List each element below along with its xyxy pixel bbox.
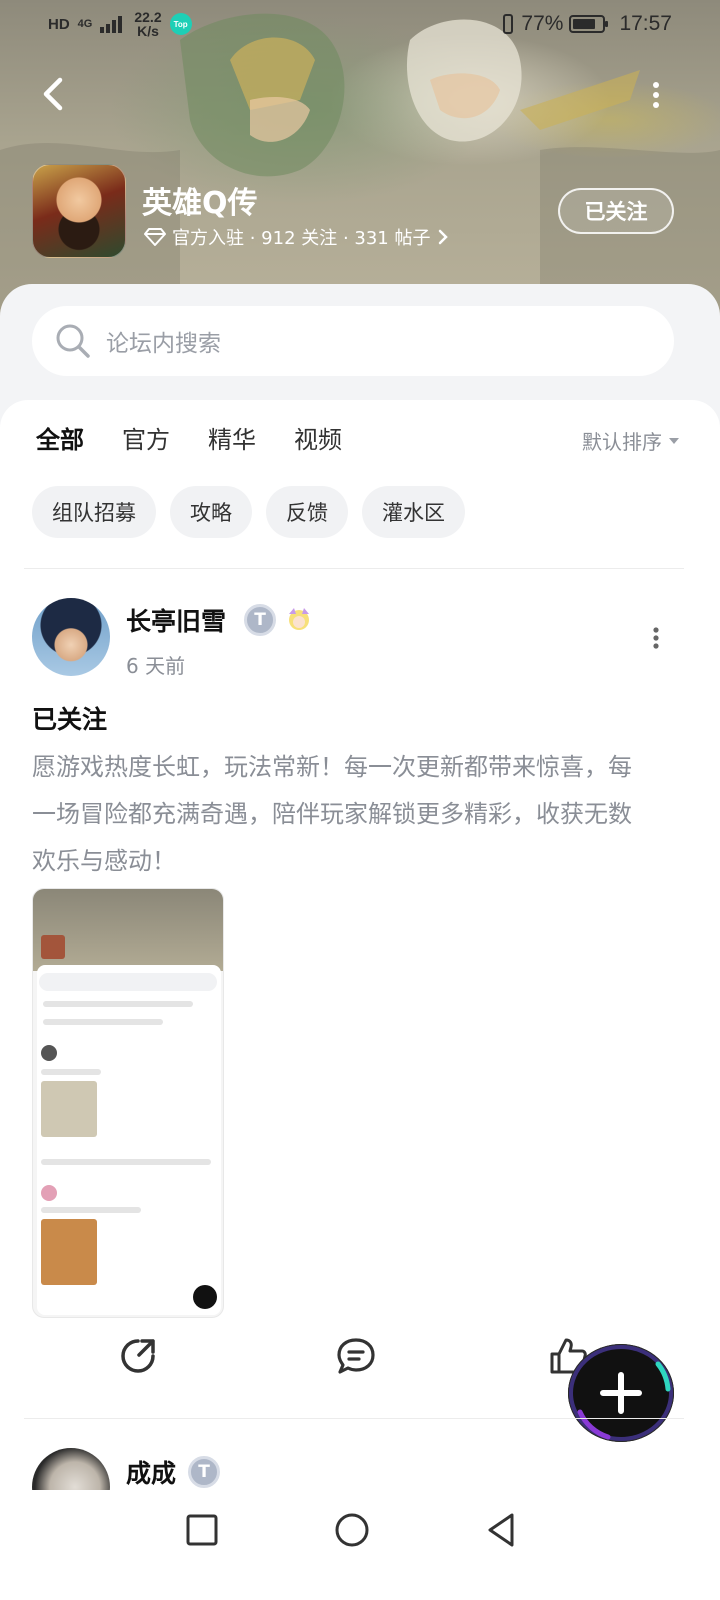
avatar-frame-badge-icon <box>289 608 309 630</box>
status-bar: HD 4G 22.2 K/s Top 77% 17:57 <box>0 0 720 48</box>
forum-meta-text: 官方入驻 · 912 关注 · 331 帖子 <box>172 228 431 249</box>
user-level-badge: T <box>244 604 276 636</box>
signal-icon <box>100 16 123 33</box>
battery-icon <box>569 15 609 33</box>
post-body[interactable]: 愿游戏热度长虹，玩法常新！每一次更新都带来惊喜，每一场冒险都充满奇遇，陪伴玩家解… <box>32 744 652 885</box>
banner-artwork <box>0 13 720 320</box>
forum-avatar <box>32 164 126 258</box>
user-level-badge: T <box>188 1456 220 1488</box>
post2-author-name[interactable]: 成成 <box>126 1454 176 1490</box>
tab-all[interactable]: 全部 <box>36 420 84 457</box>
tab-featured[interactable]: 精华 <box>208 420 256 455</box>
post-author-avatar[interactable] <box>32 598 110 676</box>
network-type-label: HD <box>48 15 70 33</box>
divider <box>24 1418 684 1419</box>
chip-feedback[interactable]: 反馈 <box>266 486 348 538</box>
back-arrow-icon[interactable] <box>34 74 74 114</box>
tab-bar: 全部 官方 精华 视频 <box>36 420 342 457</box>
forum-meta[interactable]: 官方入驻 · 912 关注 · 331 帖子 <box>144 224 449 250</box>
search-icon <box>56 324 90 358</box>
tab-official[interactable]: 官方 <box>122 420 170 455</box>
home-icon[interactable] <box>332 1510 372 1550</box>
post-image-thumbnail[interactable] <box>32 888 224 1318</box>
chip-chat[interactable]: 灌水区 <box>362 486 465 538</box>
sort-dropdown[interactable]: 默认排序 <box>582 426 680 455</box>
create-post-fab[interactable] <box>568 1344 674 1442</box>
network-speed: 22.2 K/s <box>134 9 162 39</box>
chip-team-recruit[interactable]: 组队招募 <box>32 486 156 538</box>
plus-icon <box>600 1372 642 1414</box>
chip-guide[interactable]: 攻略 <box>170 486 252 538</box>
diamond-icon <box>144 228 166 246</box>
back-nav-icon[interactable] <box>482 1510 522 1550</box>
comment-icon[interactable] <box>336 1336 376 1376</box>
search-placeholder: 论坛内搜索 <box>106 331 221 357</box>
tab-video[interactable]: 视频 <box>294 420 342 455</box>
more-vertical-icon[interactable] <box>648 80 664 110</box>
search-input[interactable]: 论坛内搜索 <box>32 306 674 376</box>
chevron-right-icon <box>438 229 448 245</box>
post-author-name[interactable]: 长亭旧雪 <box>126 602 226 638</box>
vibrate-icon <box>503 14 514 34</box>
top-app-badge: Top <box>169 13 192 35</box>
clock: 17:57 <box>619 12 672 35</box>
post-more-icon[interactable] <box>648 626 664 650</box>
post-title[interactable]: 已关注 <box>32 700 107 736</box>
forum-name: 英雄Q传 <box>142 186 258 221</box>
battery-percent: 77% <box>521 12 564 35</box>
share-icon[interactable] <box>118 1336 158 1376</box>
recent-apps-icon[interactable] <box>182 1510 222 1550</box>
category-chips: 组队招募 攻略 反馈 灌水区 <box>32 486 465 538</box>
forum-banner: HD 4G 22.2 K/s Top 77% 17:57 英雄Q传 官方入驻 ·… <box>0 0 720 320</box>
divider <box>24 568 684 569</box>
signal-label: 4G <box>77 18 93 30</box>
caret-down-icon <box>669 437 679 444</box>
sort-label: 默认排序 <box>582 430 662 454</box>
follow-button[interactable]: 已关注 <box>558 188 674 234</box>
post-time: 6 天前 <box>126 654 186 678</box>
